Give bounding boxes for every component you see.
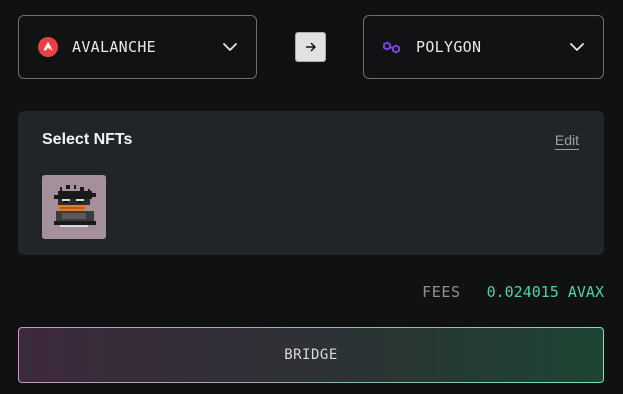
bridge-button[interactable]: BRIDGE xyxy=(18,327,604,383)
from-chain-label: AVALANCHE xyxy=(72,38,156,56)
nft-selection-panel: Select NFTs Edit xyxy=(18,111,604,255)
polygon-logo-icon xyxy=(382,37,402,57)
chevron-down-icon xyxy=(569,39,585,55)
fees-value: 0.024015 AVAX xyxy=(486,283,604,301)
bridge-page: AVALANCHE POLYGON Select NFTs Edit FEES … xyxy=(0,0,623,394)
swap-direction-button[interactable] xyxy=(295,32,326,62)
bridge-button-label: BRIDGE xyxy=(284,347,338,363)
avalanche-logo-icon xyxy=(38,37,58,57)
nft-panel-title: Select NFTs xyxy=(42,131,133,148)
fees-row: FEES 0.024015 AVAX xyxy=(422,283,604,301)
edit-nfts-link[interactable]: Edit xyxy=(555,132,579,148)
from-chain-select[interactable]: AVALANCHE xyxy=(18,15,257,79)
nft-thumbnail[interactable] xyxy=(42,175,106,239)
arrow-right-icon xyxy=(305,41,317,53)
to-chain-select[interactable]: POLYGON xyxy=(363,15,604,79)
to-chain-label: POLYGON xyxy=(416,38,482,56)
chevron-down-icon xyxy=(222,39,238,55)
pixel-art-nft-thumbnail xyxy=(42,175,106,239)
fees-label: FEES xyxy=(422,283,461,301)
